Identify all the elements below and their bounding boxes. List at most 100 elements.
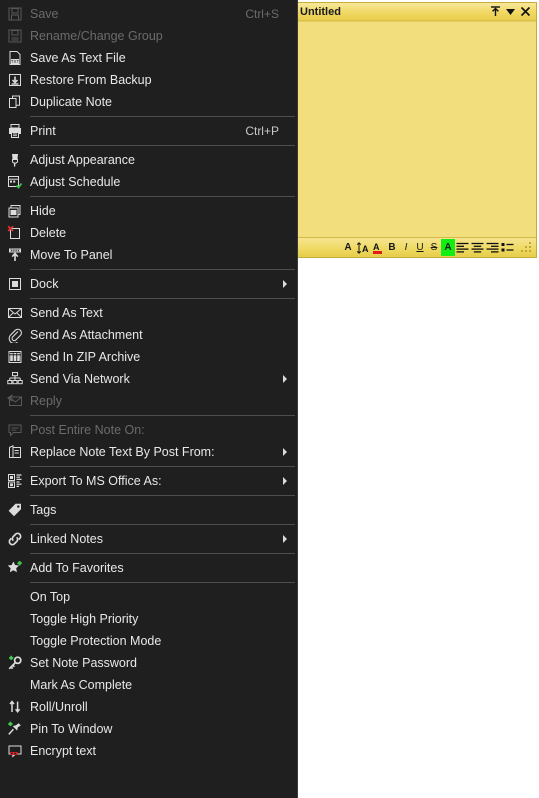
menu-item-label: Print [30, 124, 56, 138]
menu-item-label: Replace Note Text By Post From: [30, 445, 215, 459]
sticky-note-window[interactable]: Untitled A A A B I U S A [294, 2, 537, 258]
pin-plus-icon [0, 718, 30, 740]
menu-item-restore-backup[interactable]: Restore From Backup [0, 69, 297, 91]
encrypt-icon [0, 740, 30, 762]
menu-item-send-zip[interactable]: Send In ZIP Archive [0, 346, 297, 368]
menu-item-label: Save As Text File [30, 51, 126, 65]
menu-item-adjust-schedule[interactable]: Adjust Schedule [0, 171, 297, 193]
highlight-button-label: A [444, 242, 452, 253]
font-button[interactable]: A [341, 239, 355, 256]
menu-item-print[interactable]: Print Ctrl+P [0, 120, 297, 142]
align-center-button[interactable] [470, 239, 485, 256]
strikethrough-button[interactable]: S [427, 239, 441, 256]
highlight-button[interactable]: A [441, 239, 455, 256]
menu-item-label: Save [30, 7, 59, 21]
menu-item-shortcut: Ctrl+S [245, 7, 279, 21]
submenu-arrow-icon [283, 280, 287, 288]
menu-item-linked-notes[interactable]: Linked Notes [0, 528, 297, 550]
dock-icon [0, 273, 30, 295]
align-left-button[interactable] [455, 239, 470, 256]
menu-item-export-office[interactable]: Export To MS Office As: [0, 470, 297, 492]
menu-separator [30, 415, 295, 416]
menu-item-label: Send In ZIP Archive [30, 350, 141, 364]
envelope-icon [0, 302, 30, 324]
menu-item-label: Send As Attachment [30, 328, 143, 342]
menu-item-move-to-panel[interactable]: Move To Panel [0, 244, 297, 266]
note-text-area[interactable] [295, 21, 536, 237]
align-right-button[interactable] [485, 239, 500, 256]
menu-item-toggle-priority[interactable]: Toggle High Priority [0, 608, 297, 630]
menu-item-label: Toggle High Priority [30, 612, 139, 626]
menu-item-add-favorites[interactable]: Add To Favorites [0, 557, 297, 579]
menu-item-adjust-appearance[interactable]: Adjust Appearance [0, 149, 297, 171]
note-context-menu[interactable]: Save Ctrl+S Rename/Change Group TXT Save As … [0, 0, 298, 798]
resize-grip[interactable] [519, 240, 533, 256]
rename-icon [0, 25, 30, 47]
menu-item-set-password[interactable]: Set Note Password [0, 652, 297, 674]
menu-item-hide[interactable]: Hide [0, 200, 297, 222]
menu-item-dock[interactable]: Dock [0, 273, 297, 295]
menu-item-roll-unroll[interactable]: Roll/Unroll [0, 696, 297, 718]
menu-item-label: Hide [30, 204, 56, 218]
menu-item-label: On Top [30, 590, 71, 604]
menu-item-save-as-text[interactable]: TXT Save As Text File [0, 47, 297, 69]
menu-item-reply: Reply [0, 390, 297, 412]
menu-item-tags[interactable]: Tags [0, 499, 297, 521]
reply-icon [0, 390, 30, 412]
submenu-arrow-icon [283, 535, 287, 543]
menu-item-mark-complete[interactable]: Mark As Complete [0, 674, 297, 696]
restore-backup-icon [0, 69, 30, 91]
note-titlebar[interactable]: Untitled [295, 3, 536, 21]
roll-unroll-icon [0, 696, 30, 718]
menu-item-toggle-protect[interactable]: Toggle Protection Mode [0, 630, 297, 652]
note-formatting-toolbar[interactable]: A A A B I U S A [295, 237, 536, 257]
menu-item-label: Roll/Unroll [30, 700, 88, 714]
submenu-arrow-icon [283, 448, 287, 456]
menu-item-label: Toggle Protection Mode [30, 634, 162, 648]
menu-separator [30, 524, 295, 525]
duplicate-icon [0, 91, 30, 113]
menu-item-rename: Rename/Change Group [0, 25, 297, 47]
save-text-file-icon: TXT [0, 47, 30, 69]
menu-item-delete[interactable]: Delete [0, 222, 297, 244]
line-spacing-button[interactable]: A [355, 239, 371, 256]
menu-item-label: Restore From Backup [30, 73, 152, 87]
menu-item-send-network[interactable]: Send Via Network [0, 368, 297, 390]
no-icon [0, 674, 30, 696]
note-menu-button[interactable] [503, 4, 518, 19]
close-button[interactable] [518, 4, 533, 19]
hide-windows-icon [0, 200, 30, 222]
submenu-arrow-icon [283, 375, 287, 383]
note-title: Untitled [300, 5, 341, 18]
menu-item-send-as-text[interactable]: Send As Text [0, 302, 297, 324]
bold-button[interactable]: B [385, 239, 399, 256]
bold-button-label: B [388, 242, 396, 253]
menu-item-encrypt-text[interactable]: Encrypt text [0, 740, 297, 762]
no-icon [0, 586, 30, 608]
menu-item-send-as-attach[interactable]: Send As Attachment [0, 324, 297, 346]
zip-archive-icon [0, 346, 30, 368]
roll-up-button[interactable] [488, 4, 503, 19]
star-plus-icon [0, 557, 30, 579]
delete-icon [0, 222, 30, 244]
menu-item-on-top[interactable]: On Top [0, 586, 297, 608]
menu-separator [30, 495, 295, 496]
italic-button[interactable]: I [399, 239, 413, 256]
menu-item-duplicate-note[interactable]: Duplicate Note [0, 91, 297, 113]
underline-button[interactable]: U [413, 239, 427, 256]
bullet-list-button[interactable] [500, 239, 515, 256]
menu-separator [30, 145, 295, 146]
key-plus-icon [0, 652, 30, 674]
menu-item-label: Tags [30, 503, 57, 517]
menu-separator [30, 196, 295, 197]
menu-item-label: Pin To Window [30, 722, 113, 736]
move-to-panel-icon [0, 244, 30, 266]
menu-item-label: Duplicate Note [30, 95, 112, 109]
strikethrough-button-label: S [430, 242, 438, 253]
menu-separator [30, 553, 295, 554]
menu-item-label: Send As Text [30, 306, 103, 320]
menu-item-replace-note[interactable]: Replace Note Text By Post From: [0, 441, 297, 463]
font-color-button[interactable]: A [371, 239, 385, 256]
italic-button-label: I [404, 242, 408, 253]
menu-item-pin-to-window[interactable]: Pin To Window [0, 718, 297, 740]
